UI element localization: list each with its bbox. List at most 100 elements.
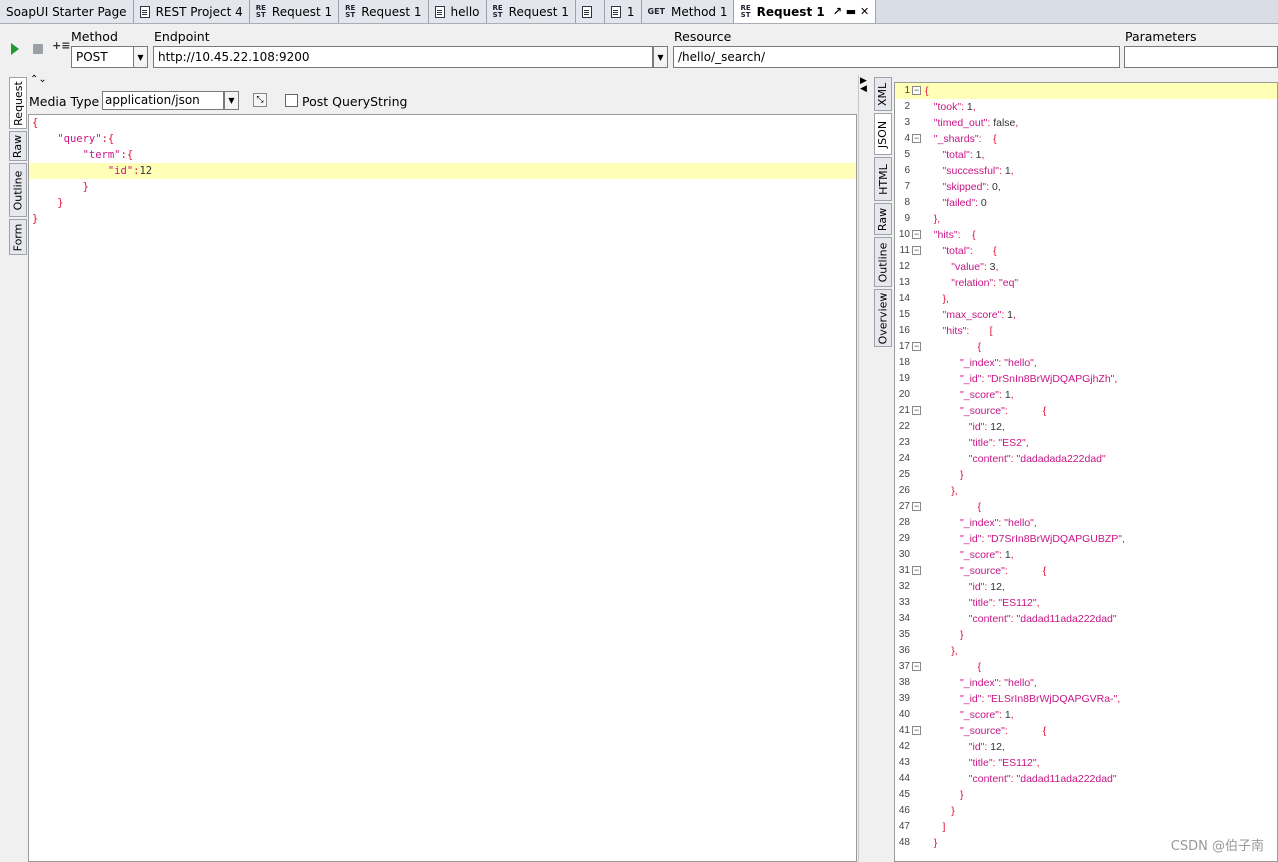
response-side-tab-json[interactable]: JSON [874, 113, 892, 155]
rest-request-icon: RE ST [345, 3, 356, 19]
response-body-line: 32 "id": 12, [895, 579, 1277, 595]
fold-toggle-icon[interactable]: − [912, 133, 921, 143]
media-type-label: Media Type [29, 94, 100, 109]
endpoint-label: Endpoint [154, 29, 210, 44]
resource-input[interactable]: /hello/_search/ [673, 46, 1120, 68]
line-code: "id": 12, [968, 421, 1005, 433]
editor-tab-bar: SoapUI Starter Page REST Project 4 RE ST Req… [0, 0, 1278, 24]
line-code: "hits": { [933, 229, 976, 241]
collapse-chevrons-icon[interactable]: ⌃⌄ [30, 74, 47, 85]
json-string: "took" [933, 101, 962, 113]
request-side-tab-form[interactable]: Form [9, 219, 27, 255]
response-body-line: 4− "_shards": { [895, 131, 1277, 147]
json-string: "hits" [933, 229, 958, 241]
divider-arrows-icon[interactable]: ▶ ◀ [860, 77, 867, 94]
add-to-testcase-icon[interactable]: +≡ [52, 39, 70, 55]
response-side-tab-overview[interactable]: Overview [874, 289, 892, 347]
tab-0[interactable]: SoapUI Starter Page [0, 0, 134, 23]
line-number: 40 [898, 709, 910, 720]
response-body-line: 28 "_index": "hello", [895, 515, 1277, 531]
tab-2[interactable]: RE ST Request 1 [249, 0, 340, 23]
response-body-line: 47 ] [895, 819, 1277, 835]
side-tab-label: Form [11, 223, 25, 251]
tab-window-controls-icon[interactable]: ↗ ▬ ✕ [833, 5, 870, 18]
json-value: 1 [1004, 709, 1011, 721]
fold-toggle-icon[interactable]: − [912, 405, 921, 415]
fold-toggle-icon[interactable]: − [912, 229, 921, 239]
get-method-icon: GET [647, 7, 666, 16]
line-number: 36 [898, 645, 910, 656]
line-number: 14 [898, 293, 910, 304]
request-body-editor[interactable]: { "query":{ "term":{ "id":12 } }} [28, 114, 857, 862]
line-code: "skipped": 0, [942, 181, 1001, 193]
fold-toggle-icon[interactable]: − [912, 245, 921, 255]
stop-request-icon[interactable] [33, 44, 43, 54]
line-number: 15 [898, 309, 910, 320]
run-request-icon[interactable] [11, 43, 19, 55]
endpoint-input[interactable]: http://10.45.22.108:9200 [153, 46, 653, 68]
json-value: 1 [1007, 309, 1014, 321]
side-tab-label: Outline [11, 170, 25, 210]
line-code: "content": "dadadada222dad" [968, 453, 1106, 465]
fold-toggle-icon[interactable]: − [912, 501, 921, 511]
tab-6[interactable] [575, 0, 605, 23]
line-number: 26 [898, 485, 910, 496]
response-body-line: 46 } [895, 803, 1277, 819]
line-number: 8 [904, 197, 910, 208]
line-number: 16 [898, 325, 910, 336]
json-string: "total" [942, 245, 970, 257]
resource-label: Resource [674, 29, 732, 44]
json-string: "skipped" [942, 181, 987, 193]
tab-4[interactable]: hello [428, 0, 487, 23]
fold-toggle-icon[interactable]: − [912, 85, 921, 95]
tab-8[interactable]: GET Method 1 [641, 0, 735, 23]
resize-icon[interactable]: ⤡ [253, 93, 267, 107]
json-string: "_source" [960, 405, 1005, 417]
media-type-dropdown-arrow-icon[interactable]: ▼ [224, 91, 239, 110]
fold-toggle-icon[interactable]: − [912, 341, 921, 351]
method-dropdown-arrow-icon[interactable]: ▼ [133, 46, 148, 68]
endpoint-dropdown-arrow-icon[interactable]: ▼ [653, 46, 668, 68]
response-side-tab-xml[interactable]: XML [874, 77, 892, 111]
response-body-viewer[interactable]: 1−{2 "took": 1, 3 "timed_out": false, 4− "… [894, 82, 1278, 862]
json-string: "failed" [942, 197, 976, 209]
response-body-line: 37− { [895, 659, 1277, 675]
tab-label: Method 1 [671, 4, 728, 19]
post-querystring-checkbox[interactable] [285, 94, 298, 107]
line-number: 39 [898, 693, 910, 704]
parameters-input[interactable] [1124, 46, 1278, 68]
json-string: "hello" [1004, 517, 1034, 529]
response-side-tab-outline[interactable]: Outline [874, 237, 892, 287]
fold-toggle-icon[interactable]: − [912, 565, 921, 575]
response-body-line: 1− { [895, 83, 1277, 99]
request-side-tab-outline[interactable]: Outline [9, 163, 27, 217]
tab-5[interactable]: RE ST Request 1 [486, 0, 576, 23]
side-tab-label: HTML [876, 163, 890, 195]
json-string: "id" [968, 581, 985, 593]
line-code: "hits": [ [942, 325, 993, 337]
response-side-tab-raw[interactable]: Raw [874, 203, 892, 235]
request-side-tab-request[interactable]: Request [9, 77, 27, 129]
media-type-select[interactable]: application/json [102, 91, 224, 110]
response-side-tab-html[interactable]: HTML [874, 157, 892, 201]
document-icon [610, 5, 621, 18]
line-code: } [925, 629, 964, 641]
line-code: ] [925, 821, 946, 833]
tab-7[interactable]: 1 [604, 0, 642, 23]
tab-1[interactable]: REST Project 4 [133, 0, 250, 23]
fold-toggle-icon[interactable]: − [912, 661, 921, 671]
line-number: 10− [898, 228, 921, 240]
line-number: 43 [898, 757, 910, 768]
line-code: { [925, 85, 929, 97]
split-pane-divider[interactable]: ▶ ◀ [858, 75, 868, 862]
line-number: 7 [904, 181, 910, 192]
tab-9[interactable]: RE ST Request 1 ↗ ▬ ✕ [734, 0, 877, 23]
response-body-line: 21− "_source": { [895, 403, 1277, 419]
json-string: "eq" [999, 277, 1019, 289]
tab-3[interactable]: RE ST Request 1 [339, 0, 429, 23]
method-select[interactable]: POST [71, 46, 134, 68]
request-view-tabs: Request Raw Outline Form [7, 75, 27, 862]
line-number: 29 [898, 533, 910, 544]
fold-toggle-icon[interactable]: − [912, 725, 921, 735]
request-side-tab-raw[interactable]: Raw [9, 131, 27, 161]
